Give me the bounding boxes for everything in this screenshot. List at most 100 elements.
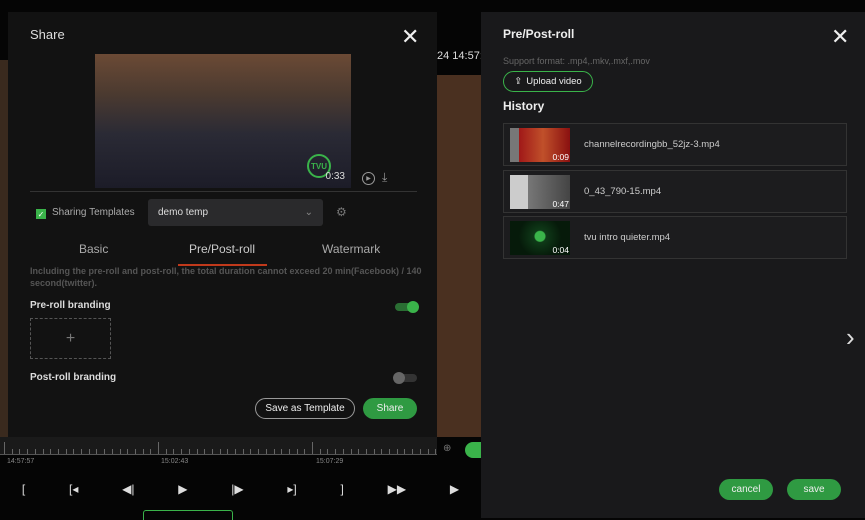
timeline-tick bbox=[127, 449, 129, 454]
mark-in-icon[interactable]: [ bbox=[22, 482, 25, 496]
tab-pre-post-roll[interactable]: Pre/Post-roll bbox=[189, 242, 255, 256]
chevron-right-icon[interactable]: › bbox=[846, 322, 855, 353]
pre-post-roll-panel: Pre/Post-roll ✕ Support format: .mp4,.mk… bbox=[481, 12, 865, 518]
timeline-tick bbox=[250, 449, 252, 454]
timeline-tick bbox=[142, 449, 144, 454]
save-as-template-button[interactable]: Save as Template bbox=[255, 398, 355, 419]
timeline-tick bbox=[335, 449, 337, 454]
timeline-track[interactable] bbox=[0, 437, 437, 455]
share-dialog: Share ✕ TVU 0:33 ▶ ⤓ ✓ Sharing Templates… bbox=[8, 12, 437, 437]
pre-roll-label: Pre-roll branding bbox=[30, 300, 111, 311]
timeline-label: 15:07:29 bbox=[316, 458, 344, 465]
post-roll-toggle[interactable] bbox=[393, 372, 417, 384]
timeline-tick bbox=[419, 449, 421, 454]
timeline-tick bbox=[19, 449, 21, 454]
timeline-tick bbox=[96, 449, 98, 454]
share-button[interactable]: Share bbox=[363, 398, 417, 419]
timeline-tick bbox=[119, 449, 121, 454]
history-item-name: channelrecordingbb_52jz-3.mp4 bbox=[584, 139, 720, 150]
background-video bbox=[437, 75, 481, 437]
step-forward-icon[interactable]: |▶ bbox=[231, 482, 243, 496]
pre-roll-toggle[interactable] bbox=[395, 301, 419, 313]
history-item[interactable]: 0:04 tvu intro quieter.mp4 bbox=[503, 216, 847, 259]
timeline-tick bbox=[281, 449, 283, 454]
mark-out-icon[interactable]: ] bbox=[340, 482, 343, 496]
timeline-tick bbox=[350, 449, 352, 454]
upload-video-button[interactable]: ⇪ Upload video bbox=[503, 71, 593, 92]
duration-note: Including the pre-roll and post-roll, th… bbox=[30, 266, 422, 288]
close-icon[interactable]: ✕ bbox=[401, 26, 419, 48]
sharing-templates-checkbox[interactable]: ✓ bbox=[36, 209, 46, 219]
timeline-tick bbox=[389, 449, 390, 454]
timeline-tick bbox=[227, 449, 229, 454]
download-icon[interactable]: ⤓ bbox=[382, 170, 387, 185]
timeline-tick bbox=[381, 449, 383, 454]
video-thumbnail: 0:47 bbox=[510, 175, 570, 209]
step-back-icon[interactable]: ◀| bbox=[122, 482, 134, 496]
timeline-tick bbox=[304, 449, 306, 454]
tab-watermark[interactable]: Watermark bbox=[322, 242, 380, 256]
timeline-tick bbox=[57, 449, 59, 454]
next-icon[interactable]: ▶ bbox=[450, 482, 459, 496]
timeline-tick bbox=[158, 442, 159, 454]
plus-icon: + bbox=[65, 329, 76, 347]
timeline-tick bbox=[319, 449, 321, 454]
timeline-tick bbox=[288, 449, 290, 454]
timeline-tick bbox=[134, 449, 136, 454]
history-item[interactable]: 0:09 channelrecordingbb_52jz-3.mp4 bbox=[503, 123, 847, 166]
date-box[interactable] bbox=[143, 510, 233, 520]
timeline-tick bbox=[173, 449, 175, 454]
thumb-duration: 0:09 bbox=[552, 152, 569, 162]
timeline-tick bbox=[111, 449, 113, 454]
video-duration: 0:33 bbox=[325, 171, 345, 182]
history-item[interactable]: 0:47 0_43_790-15.mp4 bbox=[503, 170, 847, 213]
thumb-duration: 0:04 bbox=[552, 245, 569, 255]
timeline-tick bbox=[181, 449, 183, 454]
play-icon[interactable]: ▶ bbox=[362, 172, 375, 185]
sharing-templates-label: Sharing Templates bbox=[52, 207, 135, 218]
save-button[interactable]: save bbox=[787, 479, 841, 500]
timeline-tick bbox=[11, 449, 13, 454]
tab-basic[interactable]: Basic bbox=[79, 242, 108, 256]
video-preview[interactable]: TVU 0:33 bbox=[95, 54, 351, 188]
timeline-tick bbox=[296, 449, 298, 454]
history-title: History bbox=[503, 99, 545, 113]
video-thumbnail: 0:04 bbox=[510, 221, 570, 255]
timeline-tick bbox=[42, 449, 44, 454]
timeline-tick bbox=[104, 449, 106, 454]
cancel-button[interactable]: cancel bbox=[719, 479, 773, 500]
timeline-tick bbox=[211, 449, 213, 454]
timeline-tick bbox=[258, 449, 260, 454]
template-select[interactable]: demo temp ⌄ bbox=[148, 199, 323, 226]
timeline-tick bbox=[396, 449, 398, 454]
gear-icon[interactable]: ⚙ bbox=[336, 205, 347, 219]
upload-label: Upload video bbox=[526, 76, 582, 87]
dialog-title: Share bbox=[30, 27, 65, 42]
timeline-tick bbox=[219, 449, 221, 454]
timeline-tick bbox=[327, 449, 329, 454]
play-icon[interactable]: ▶ bbox=[178, 482, 187, 496]
timeline-tick bbox=[265, 449, 267, 454]
template-value: demo temp bbox=[158, 207, 209, 218]
upload-icon: ⇪ bbox=[514, 76, 523, 87]
go-to-out-icon[interactable]: ▸] bbox=[287, 482, 296, 496]
add-pre-roll-button[interactable]: + bbox=[30, 318, 111, 359]
timeline-tick bbox=[358, 449, 360, 454]
fast-forward-icon[interactable]: ▶▶ bbox=[388, 482, 406, 496]
timeline-tick bbox=[150, 449, 152, 454]
support-format: Support format: .mp4,.mkv,.mxf,.mov bbox=[503, 56, 650, 66]
timeline-tick bbox=[73, 449, 75, 454]
timeline-tick bbox=[50, 449, 52, 454]
timeline-tick bbox=[196, 449, 198, 454]
playback-controls: [ [◂ ◀| ▶ |▶ ▸] ] ▶▶ ▶ bbox=[0, 475, 481, 503]
background-timestamp: 24 14:57: bbox=[437, 50, 483, 62]
timeline-tick bbox=[273, 449, 275, 454]
zoom-icon[interactable]: ⊕ bbox=[443, 443, 451, 454]
timeline-tick bbox=[34, 449, 36, 454]
go-to-in-icon[interactable]: [◂ bbox=[69, 482, 78, 496]
close-icon[interactable]: ✕ bbox=[831, 26, 849, 48]
timeline-tick bbox=[373, 449, 375, 454]
timeline-tick bbox=[365, 449, 367, 454]
video-thumbnail: 0:09 bbox=[510, 128, 570, 162]
timeline-tick bbox=[235, 449, 236, 454]
